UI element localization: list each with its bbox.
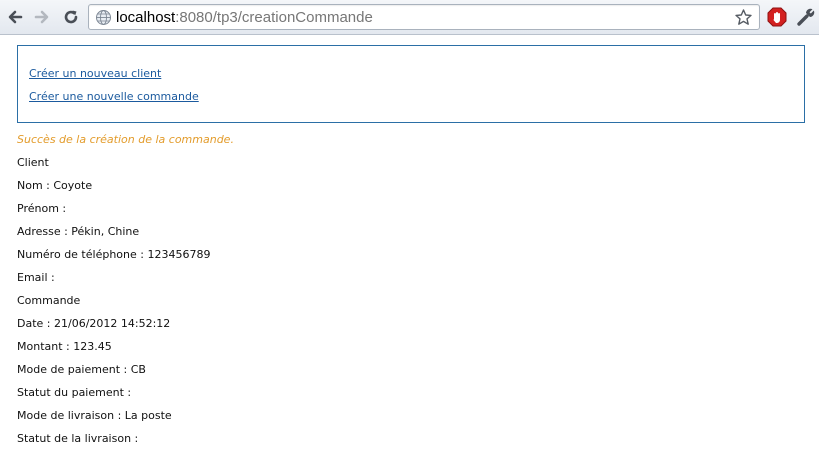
order-statut-livraison: Statut de la livraison :	[17, 432, 139, 445]
order-mode-paiement: Mode de paiement : CB	[17, 363, 146, 376]
menu-box: Créer un nouveau client Créer une nouvel…	[17, 45, 805, 123]
client-prenom: Prénom :	[17, 202, 67, 215]
reload-icon	[64, 10, 78, 24]
client-heading: Client	[17, 156, 49, 169]
client-telephone: Numéro de téléphone : 123456789	[17, 248, 211, 261]
order-statut-paiement: Statut du paiement :	[17, 386, 132, 399]
back-button[interactable]	[4, 6, 26, 28]
client-nom: Nom : Coyote	[17, 179, 93, 192]
globe-icon	[96, 10, 111, 25]
url-path: :8080/tp3/creationCommande	[175, 9, 373, 26]
extension-stop-button[interactable]	[766, 6, 788, 28]
order-date: Date : 21/06/2012 14:52:12	[17, 317, 171, 330]
order-mode-livraison: Mode de livraison : La poste	[17, 409, 172, 422]
new-order-link[interactable]: Créer une nouvelle commande	[29, 90, 199, 104]
url-host: localhost	[116, 9, 176, 26]
settings-wrench-button[interactable]	[795, 6, 817, 28]
client-adresse: Adresse : Pékin, Chine	[17, 225, 140, 238]
order-heading: Commande	[17, 294, 81, 307]
forward-button[interactable]	[31, 6, 53, 28]
arrow-left-icon	[8, 10, 23, 24]
new-client-link[interactable]: Créer un nouveau client	[29, 67, 161, 81]
success-message: Succès de la création de la commande.	[17, 133, 234, 146]
reload-button[interactable]	[60, 6, 82, 28]
url-text: localhost:8080/tp3/creationCommande	[116, 9, 373, 26]
bookmark-star-icon[interactable]	[734, 8, 753, 27]
stop-sign-icon	[767, 7, 787, 27]
order-montant: Montant : 123.45	[17, 340, 112, 353]
browser-toolbar: localhost:8080/tp3/creationCommande	[0, 0, 819, 35]
address-bar[interactable]: localhost:8080/tp3/creationCommande	[88, 4, 760, 30]
wrench-icon	[797, 8, 815, 26]
arrow-right-icon	[34, 10, 49, 24]
client-email: Email :	[17, 271, 55, 284]
